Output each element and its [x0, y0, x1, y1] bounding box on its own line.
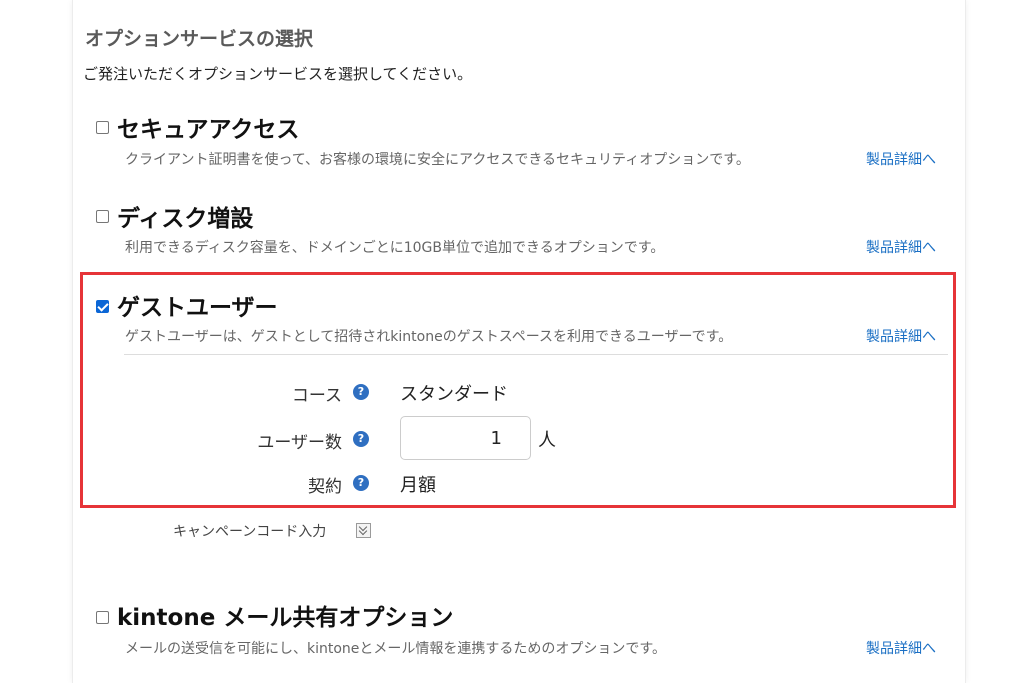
product-detail-link[interactable]: 製品詳細へ	[866, 237, 936, 257]
course-label: コース	[291, 386, 342, 406]
option-title: ゲストユーザー	[117, 295, 278, 321]
guest-user-checkbox[interactable]	[96, 300, 109, 313]
user-count-unit: 人	[538, 430, 556, 451]
double-chevron-down-icon[interactable]	[356, 523, 371, 538]
option-description: 利用できるディスク容量を、ドメインごとに10GB単位で追加できるオプションです。	[125, 240, 665, 256]
user-count-input[interactable]	[400, 416, 531, 460]
divider	[124, 354, 948, 355]
question-circle-icon[interactable]: ?	[353, 475, 369, 491]
product-detail-link[interactable]: 製品詳細へ	[866, 638, 936, 658]
course-value: スタンダード	[400, 384, 508, 405]
disk-expansion-checkbox[interactable]	[96, 210, 109, 223]
product-detail-link[interactable]: 製品詳細へ	[866, 326, 936, 346]
option-description: ゲストユーザーは、ゲストとして招待されkintoneのゲストスペースを利用できる…	[125, 329, 733, 345]
section-description: ご発注いただくオプションサービスを選択してください。	[83, 65, 473, 83]
option-title: セキュアアクセス	[117, 117, 300, 143]
product-detail-link[interactable]: 製品詳細へ	[866, 149, 936, 169]
option-description: クライアント証明書を使って、お客様の環境に安全にアクセスできるセキュリティオプシ…	[125, 152, 750, 168]
option-title: ディスク増設	[117, 206, 254, 232]
question-circle-icon[interactable]: ?	[353, 384, 369, 400]
question-circle-icon[interactable]: ?	[353, 431, 369, 447]
section-title: オプションサービスの選択	[85, 28, 314, 50]
secure-access-checkbox[interactable]	[96, 121, 109, 134]
option-description: メールの送受信を可能にし、kintoneとメール情報を連携するためのオプションで…	[125, 641, 667, 657]
user-count-label: ユーザー数	[257, 433, 342, 453]
mail-sharing-checkbox[interactable]	[96, 611, 109, 624]
contract-label: 契約	[308, 477, 342, 497]
campaign-code-toggle[interactable]: キャンペーンコード入力	[173, 521, 326, 541]
contract-value: 月額	[400, 475, 436, 496]
option-title: kintone メール共有オプション	[117, 605, 454, 631]
